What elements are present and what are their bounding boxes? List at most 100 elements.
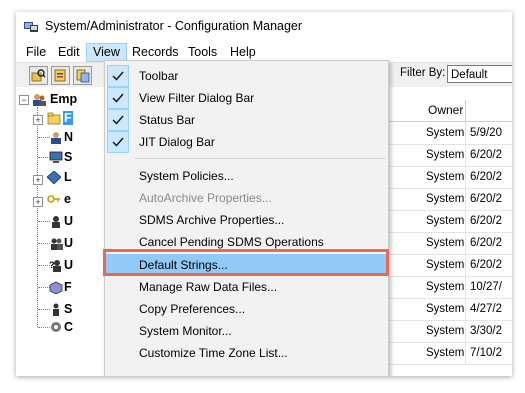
diamond-icon xyxy=(47,171,61,184)
table-row[interactable]: System 10/27/ xyxy=(380,276,512,299)
menu-records[interactable]: Records xyxy=(126,44,185,61)
menu-separator xyxy=(135,158,386,159)
tree-expand-toggle[interactable]: + xyxy=(33,175,43,185)
tree-item-label[interactable]: U xyxy=(64,258,73,272)
person-icon xyxy=(53,303,59,316)
users-icon xyxy=(51,238,63,250)
users-icon xyxy=(33,94,46,106)
menu-help[interactable]: Help xyxy=(224,44,262,61)
folder-icon xyxy=(47,112,61,125)
table-row[interactable]: System 6/20/2 xyxy=(380,166,512,189)
cell-owner: System xyxy=(422,144,466,166)
gear-person-icon xyxy=(51,322,61,332)
menu-item-label: Copy Preferences... xyxy=(139,302,246,316)
cell-date: 6/20/2 xyxy=(470,237,502,249)
table-row[interactable]: System 7/10/2 xyxy=(380,342,512,365)
cell-date: 3/30/2 xyxy=(470,325,502,337)
tree-item-label[interactable]: e xyxy=(64,192,71,206)
filter-dropdown[interactable]: Default xyxy=(447,65,512,83)
menu-item-system-policies[interactable]: System Policies... xyxy=(105,165,388,187)
find-icon xyxy=(31,69,46,82)
menu-item-autoarchive-properties: AutoArchive Properties... xyxy=(105,187,388,209)
cell-owner: System xyxy=(422,232,466,254)
tree-item-label[interactable]: L xyxy=(64,170,72,184)
tree-item-label[interactable]: U xyxy=(64,214,73,228)
menu-item-system-monitor[interactable]: System Monitor... xyxy=(105,320,388,342)
user-icon xyxy=(52,216,60,228)
copy-icon xyxy=(76,69,90,83)
title-bar: System/Administrator - Configuration Man… xyxy=(16,12,512,40)
menu-item-label: Customize Time Zone List... xyxy=(139,346,288,360)
tree-expand-toggle[interactable]: + xyxy=(33,115,43,125)
user-icon xyxy=(51,132,61,144)
cell-owner: System xyxy=(422,188,466,210)
cell-owner: System xyxy=(422,210,466,232)
cube-icon xyxy=(49,281,63,294)
menu-item-label: System Monitor... xyxy=(139,324,232,338)
checkmark-icon xyxy=(107,65,129,87)
menu-item-manage-raw-data-files[interactable]: Manage Raw Data Files... xyxy=(105,276,388,298)
table-row[interactable]: System 3/30/2 xyxy=(380,320,512,343)
menu-edit[interactable]: Edit xyxy=(52,44,86,61)
tree-root-label[interactable]: Emp xyxy=(50,92,77,106)
table-row[interactable]: System 6/20/2 xyxy=(380,254,512,277)
menu-item-label: System Policies... xyxy=(139,169,234,183)
menu-item-label: Toolbar xyxy=(139,69,179,83)
table-row[interactable]: System 5/9/20 xyxy=(380,122,512,145)
cell-owner: System xyxy=(422,254,466,276)
tree-item-label[interactable]: N xyxy=(64,130,73,144)
menu-item-view-filter-dialog-bar[interactable]: View Filter Dialog Bar xyxy=(105,87,388,109)
toolbar-button-2[interactable] xyxy=(51,66,70,85)
column-header-owner[interactable]: Owner xyxy=(422,100,466,121)
column-header-date[interactable] xyxy=(466,100,512,121)
annotation-highlight-box xyxy=(103,249,389,276)
cell-owner: System xyxy=(422,320,466,342)
app-icon xyxy=(24,22,38,32)
menu-item-toolbar[interactable]: Toolbar xyxy=(105,65,388,87)
cell-date: 10/27/ xyxy=(470,281,502,293)
view-menu-dropdown: Toolbar View Filter Dialog Bar Status Ba… xyxy=(104,60,389,376)
tree-item-label[interactable]: F xyxy=(64,280,72,294)
table-row[interactable]: System 6/20/2 xyxy=(380,144,512,167)
table-row[interactable]: System 4/27/2 xyxy=(380,298,512,321)
menu-item-jit-dialog-bar[interactable]: JIT Dialog Bar xyxy=(105,131,388,153)
menu-item-customize-time-zone-list[interactable]: Customize Time Zone List... xyxy=(105,342,388,364)
cell-date: 6/20/2 xyxy=(470,171,502,183)
cell-date: 6/20/2 xyxy=(470,193,502,205)
tree-item-label[interactable]: S xyxy=(64,150,72,164)
cell-date: 6/20/2 xyxy=(470,149,502,161)
menu-bar: File Edit View Records Tools Help xyxy=(16,42,512,62)
menu-item-status-bar[interactable]: Status Bar xyxy=(105,109,388,131)
menu-tools[interactable]: Tools xyxy=(182,44,223,61)
menu-item-sdms-archive-properties[interactable]: SDMS Archive Properties... xyxy=(105,209,388,231)
checkmark-icon xyxy=(107,109,129,131)
app-window: System/Administrator - Configuration Man… xyxy=(16,12,512,376)
toolbar-button-3[interactable] xyxy=(73,66,92,85)
menu-item-label: AutoArchive Properties... xyxy=(139,191,272,205)
tree-item-label[interactable]: F xyxy=(63,111,73,125)
menu-item-copy-preferences[interactable]: Copy Preferences... xyxy=(105,298,388,320)
cell-date: 5/9/20 xyxy=(470,127,502,139)
checkmark-icon xyxy=(107,87,129,109)
toolbar-button-1[interactable] xyxy=(29,66,48,85)
unknown-user-icon: ? xyxy=(49,260,61,272)
table-row[interactable]: System 6/20/2 xyxy=(380,232,512,255)
menu-item-label: Manage Raw Data Files... xyxy=(139,280,278,294)
window-title: System/Administrator - Configuration Man… xyxy=(45,19,303,33)
checkmark-icon xyxy=(107,131,129,153)
table-row[interactable]: System 6/20/2 xyxy=(380,210,512,233)
table-row[interactable]: System 6/20/2 xyxy=(380,188,512,211)
tree-expand-toggle[interactable]: + xyxy=(33,197,43,207)
menu-file[interactable]: File xyxy=(20,44,52,61)
cell-owner: System xyxy=(422,166,466,188)
tree-item-label[interactable]: S xyxy=(64,302,72,316)
properties-icon xyxy=(54,69,66,82)
tree-collapse-toggle[interactable]: − xyxy=(19,95,29,105)
filter-label: Filter By: xyxy=(400,67,446,79)
tree-item-label[interactable]: U xyxy=(64,236,73,250)
menu-item-label: JIT Dialog Bar xyxy=(139,135,215,149)
cell-owner: System xyxy=(422,122,466,144)
menu-item-label: Cancel Pending SDMS Operations xyxy=(139,235,324,249)
grid-header: Owner xyxy=(380,100,512,122)
tree-item-label[interactable]: C xyxy=(64,320,73,334)
